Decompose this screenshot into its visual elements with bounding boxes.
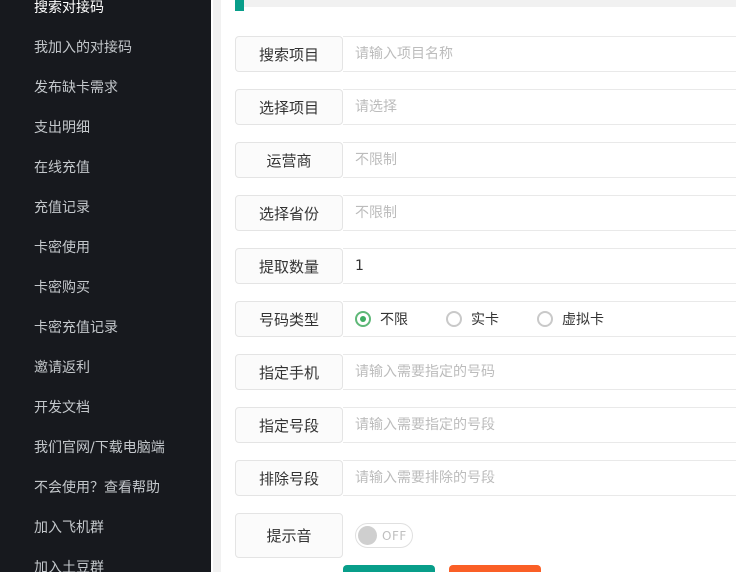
radio-option-2[interactable]: 虚拟卡: [537, 309, 604, 329]
field-label: 排除号段: [235, 460, 343, 496]
sidebar-item-9[interactable]: 邀请返利: [0, 348, 211, 388]
form-row-number-type-radio-group: 号码类型 不限 实卡 虚拟卡: [235, 301, 736, 337]
field-label: 搜索项目: [235, 36, 343, 72]
sidebar-item-0[interactable]: 搜索对接码: [0, 0, 211, 28]
field-area: [343, 354, 736, 390]
radio-option-label: 不限: [380, 309, 408, 329]
form-row-sound-toggle: 提示音 OFF: [235, 513, 736, 558]
sidebar-item-5[interactable]: 充值记录: [0, 188, 211, 228]
project-search-input[interactable]: [355, 46, 736, 62]
sidebar-item-14[interactable]: 加入土豆群: [0, 548, 211, 572]
sidebar-item-8[interactable]: 卡密充值记录: [0, 308, 211, 348]
main-content: 搜索项目选择项目运营商选择省份提取数量号码类型 不限 实卡 虚拟卡指定手机指定号段排除…: [222, 0, 736, 572]
panel-header-strip: [244, 0, 736, 7]
extract-form: 搜索项目选择项目运营商选择省份提取数量号码类型 不限 实卡 虚拟卡指定手机指定号段排除…: [222, 36, 736, 572]
carrier-select[interactable]: [355, 152, 736, 168]
include-prefix-input[interactable]: [355, 417, 736, 433]
sidebar-item-3[interactable]: 支出明细: [0, 108, 211, 148]
field-area: [343, 460, 736, 496]
sidebar-item-11[interactable]: 我们官网/下载电脑端: [0, 428, 211, 468]
exclude-prefix-input[interactable]: [355, 470, 736, 486]
radio-selected-icon: [355, 311, 371, 327]
field-area: 不限 实卡 虚拟卡: [343, 301, 736, 337]
toggle-state-label: OFF: [382, 529, 407, 543]
sidebar-item-6[interactable]: 卡密使用: [0, 228, 211, 268]
field-label: 指定号段: [235, 407, 343, 443]
field-label: 号码类型: [235, 301, 343, 337]
form-row-specify-phone-input: 指定手机: [235, 354, 736, 390]
app-window: 搜索对接码我加入的对接码发布缺卡需求支出明细在线充值充值记录卡密使用卡密购买卡密…: [0, 0, 736, 572]
radio-unselected-icon: [537, 311, 553, 327]
sound-toggle[interactable]: OFF: [355, 523, 413, 548]
specify-phone-input[interactable]: [355, 364, 736, 380]
primary-action-button[interactable]: [343, 565, 435, 572]
panel-accent-bar: [235, 0, 244, 11]
extract-count-input[interactable]: [355, 258, 736, 274]
form-row-carrier-select: 运营商: [235, 142, 736, 178]
project-select[interactable]: [355, 99, 736, 115]
radio-option-label: 虚拟卡: [562, 309, 604, 329]
sidebar-item-12[interactable]: 不会使用？查看帮助: [0, 468, 211, 508]
radio-unselected-icon: [446, 311, 462, 327]
sidebar-item-4[interactable]: 在线充值: [0, 148, 211, 188]
field-area: OFF: [343, 513, 736, 558]
radio-option-0[interactable]: 不限: [355, 309, 408, 329]
sidebar-item-10[interactable]: 开发文档: [0, 388, 211, 428]
province-select[interactable]: [355, 205, 736, 221]
sidebar-item-2[interactable]: 发布缺卡需求: [0, 68, 211, 108]
field-label: 指定手机: [235, 354, 343, 390]
field-area: [343, 36, 736, 72]
scrollbar-track[interactable]: [213, 0, 221, 572]
field-area: [343, 142, 736, 178]
sidebar-item-7[interactable]: 卡密购买: [0, 268, 211, 308]
secondary-action-button[interactable]: [449, 565, 541, 572]
field-label: 运营商: [235, 142, 343, 178]
field-area: [343, 248, 736, 284]
field-label: 选择项目: [235, 89, 343, 125]
radio-option-1[interactable]: 实卡: [446, 309, 499, 329]
field-area: [343, 195, 736, 231]
sidebar: 搜索对接码我加入的对接码发布缺卡需求支出明细在线充值充值记录卡密使用卡密购买卡密…: [0, 0, 211, 572]
sidebar-menu: 搜索对接码我加入的对接码发布缺卡需求支出明细在线充值充值记录卡密使用卡密购买卡密…: [0, 0, 211, 572]
field-area: [343, 89, 736, 125]
toggle-knob-icon: [358, 526, 377, 545]
form-row-extract-count-input: 提取数量: [235, 248, 736, 284]
form-row-project-select: 选择项目: [235, 89, 736, 125]
sidebar-item-13[interactable]: 加入飞机群: [0, 508, 211, 548]
radio-option-label: 实卡: [471, 309, 499, 329]
form-row-include-prefix-input: 指定号段: [235, 407, 736, 443]
sidebar-item-1[interactable]: 我加入的对接码: [0, 28, 211, 68]
form-row-province-select: 选择省份: [235, 195, 736, 231]
form-row-exclude-prefix-input: 排除号段: [235, 460, 736, 496]
field-label: 提取数量: [235, 248, 343, 284]
form-row-project-search-input: 搜索项目: [235, 36, 736, 72]
field-label: 提示音: [235, 513, 343, 558]
field-area: [343, 407, 736, 443]
field-label: 选择省份: [235, 195, 343, 231]
